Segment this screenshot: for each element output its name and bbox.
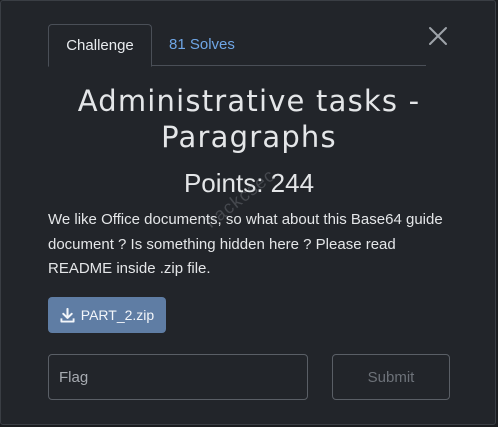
close-icon [429,27,447,45]
tab-bar: Challenge 81 Solves [48,24,426,67]
challenge-modal: Challenge 81 Solves Administrative tasks… [0,0,496,425]
challenge-title: Administrative tasks - Paragraphs [77,84,421,154]
challenge-points: Points: 244 [183,168,315,198]
tab-challenge[interactable]: Challenge [48,24,152,67]
download-icon [60,307,75,323]
flag-input[interactable] [48,354,308,400]
tab-solves[interactable]: 81 Solves [169,24,235,66]
submit-button[interactable]: Submit [332,354,450,400]
download-file-button[interactable]: PART_2.zip [48,297,166,333]
challenge-description: We like Office documents, so what about … [48,211,443,277]
file-name: PART_2.zip [80,307,155,323]
close-button[interactable] [427,25,449,47]
